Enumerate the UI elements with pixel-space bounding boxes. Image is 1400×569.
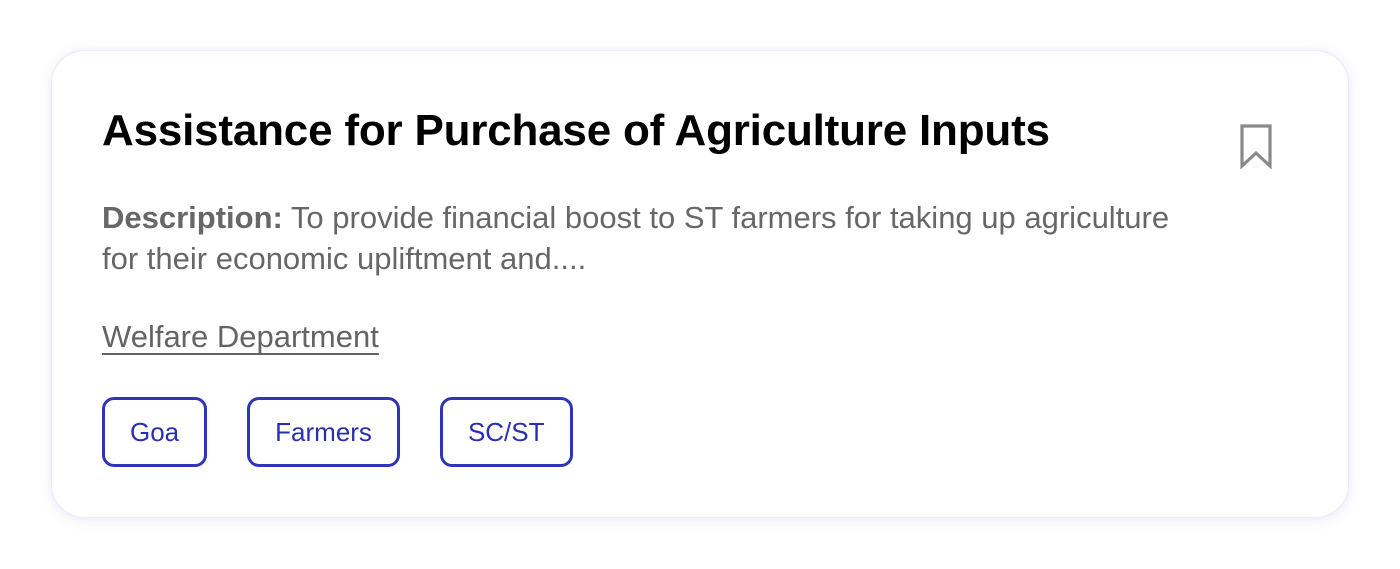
scheme-card[interactable]: Assistance for Purchase of Agriculture I…: [51, 50, 1349, 518]
description-label: Description:: [102, 200, 283, 235]
scheme-title[interactable]: Assistance for Purchase of Agriculture I…: [102, 103, 1050, 159]
tag-sc-st[interactable]: SC/ST: [439, 397, 573, 467]
bookmark-icon[interactable]: [1238, 123, 1274, 170]
tag-goa[interactable]: Goa: [102, 397, 208, 467]
scheme-description: Description: To provide financial boost …: [102, 197, 1202, 279]
department-link[interactable]: Welfare Department: [102, 317, 379, 357]
tag-farmers[interactable]: Farmers: [247, 397, 400, 467]
tag-list: Goa Farmers SC/ST: [102, 397, 573, 467]
